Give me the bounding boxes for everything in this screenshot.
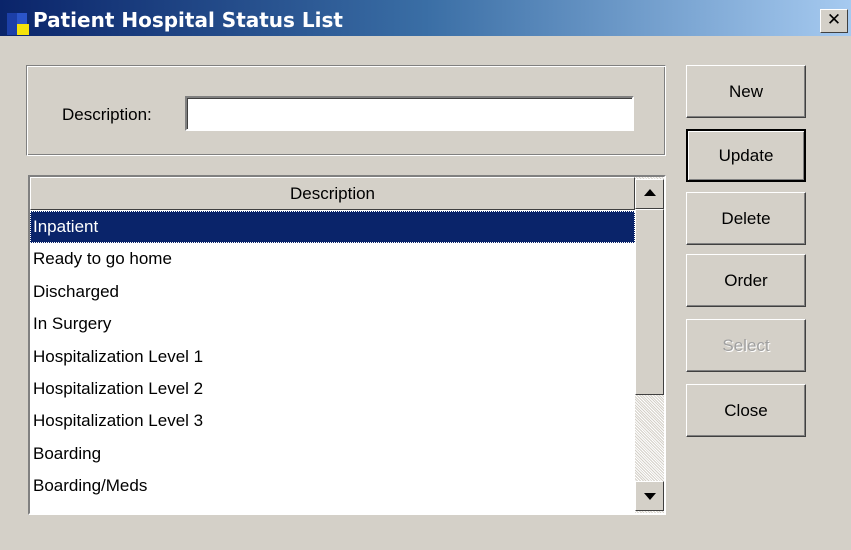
title-bar[interactable]: Patient Hospital Status List ✕ [0,0,851,36]
scrollbar-thumb[interactable] [635,209,664,395]
app-icon [7,13,29,35]
scroll-up-arrow-icon [644,189,656,196]
order-button[interactable]: Order [686,254,806,307]
column-header-description[interactable]: Description [30,177,635,210]
window-title: Patient Hospital Status List [33,8,343,32]
select-button[interactable]: Select [686,319,806,372]
vertical-scrollbar[interactable] [635,177,664,513]
list-item[interactable]: Boarding [30,438,635,470]
list-rows: Inpatient Ready to go home Discharged In Su… [30,211,635,503]
list-item[interactable]: Ready to go home [30,243,635,275]
update-button[interactable]: Update [686,129,806,182]
list-item[interactable]: Hospitalization Level 2 [30,373,635,405]
status-list[interactable]: Description Inpatient Ready to go home Dis… [28,175,666,515]
description-label: Description: [62,105,152,124]
list-item[interactable]: Discharged [30,276,635,308]
list-item[interactable]: Hospitalization Level 1 [30,341,635,373]
new-button[interactable]: New [686,65,806,118]
close-icon[interactable]: ✕ [820,9,848,33]
patient-hospital-status-dialog: Patient Hospital Status List ✕ Descripti… [0,0,851,550]
scroll-down-arrow-icon [644,493,656,500]
list-item[interactable]: Hospitalization Level 3 [30,405,635,437]
delete-button[interactable]: Delete [686,192,806,245]
list-item[interactable]: In Surgery [30,308,635,340]
list-item[interactable]: Inpatient [30,211,635,244]
close-button[interactable]: Close [686,384,806,437]
list-item[interactable]: Boarding/Meds [30,470,635,502]
scroll-down-button[interactable] [635,481,664,511]
description-input[interactable] [185,96,634,131]
scroll-up-button[interactable] [635,179,664,209]
